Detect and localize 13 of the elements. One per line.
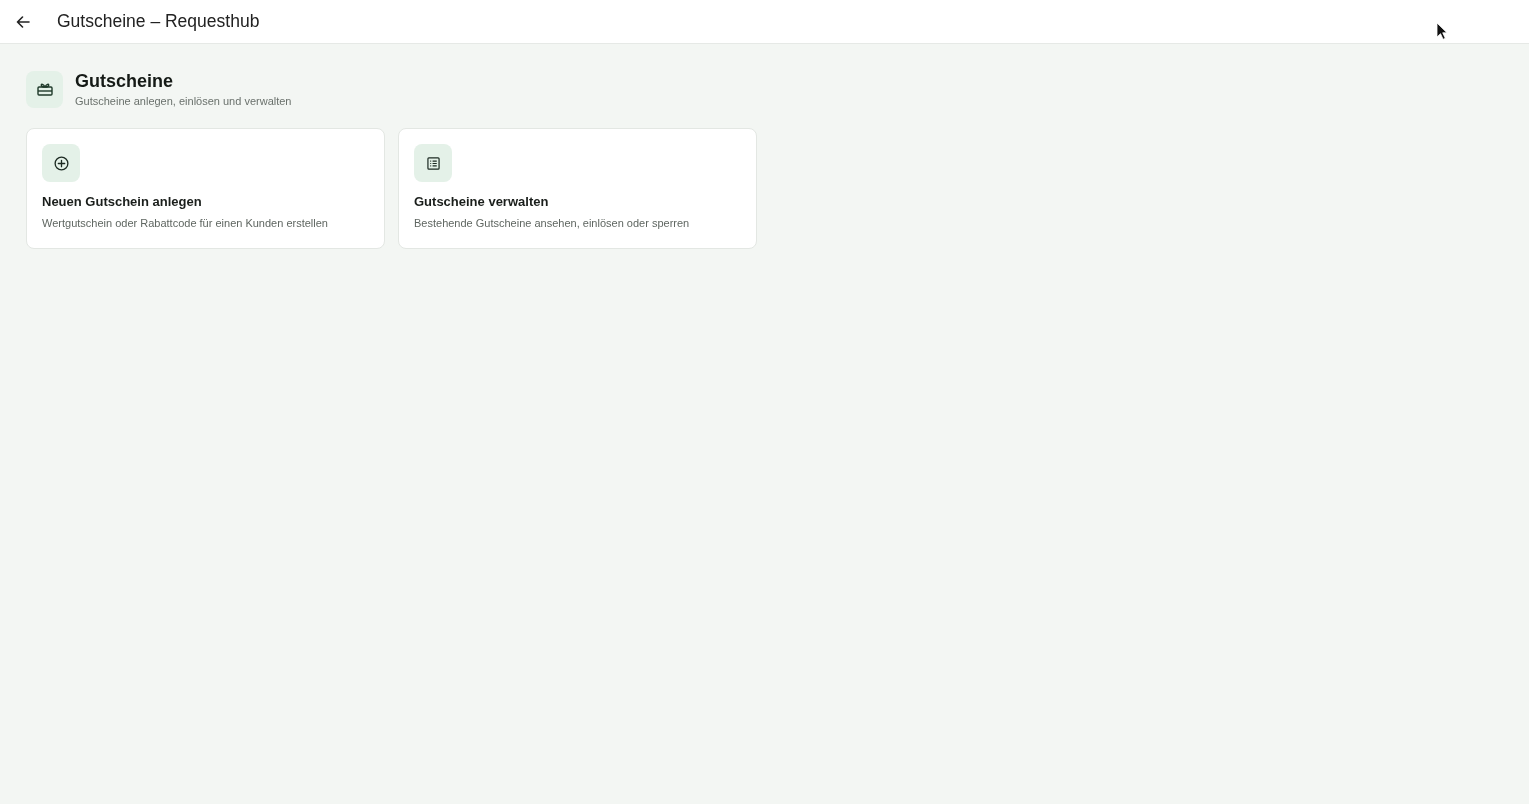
mouse-cursor-icon [1436, 22, 1448, 40]
card-description: Wertgutschein oder Rabattcode für einen Kunden erstellen [42, 216, 328, 230]
gift-card-icon [26, 70, 63, 108]
page-title: Gutscheine – Requesthub [57, 11, 260, 32]
section-title: Gutscheine [75, 71, 175, 92]
card-description: Bestehende Gutscheine ansehen, einlösen oder sperren [414, 216, 690, 230]
back-arrow-icon [16, 15, 30, 28]
action-card[interactable]: Gutscheine verwalten Bestehende Gutscheine ansehen, einlösen oder sperren [398, 128, 757, 249]
action-card[interactable]: Neuen Gutschein anlegen Wertgutschein oder Rabattcode für einen Kunden erstellen [26, 128, 385, 249]
card-title: Gutscheine verwalten [414, 194, 549, 210]
list-icon [414, 144, 452, 182]
section-subtitle: Gutscheine anlegen, einlösen und verwalten [75, 94, 292, 108]
card-title: Neuen Gutschein anlegen [42, 194, 202, 210]
